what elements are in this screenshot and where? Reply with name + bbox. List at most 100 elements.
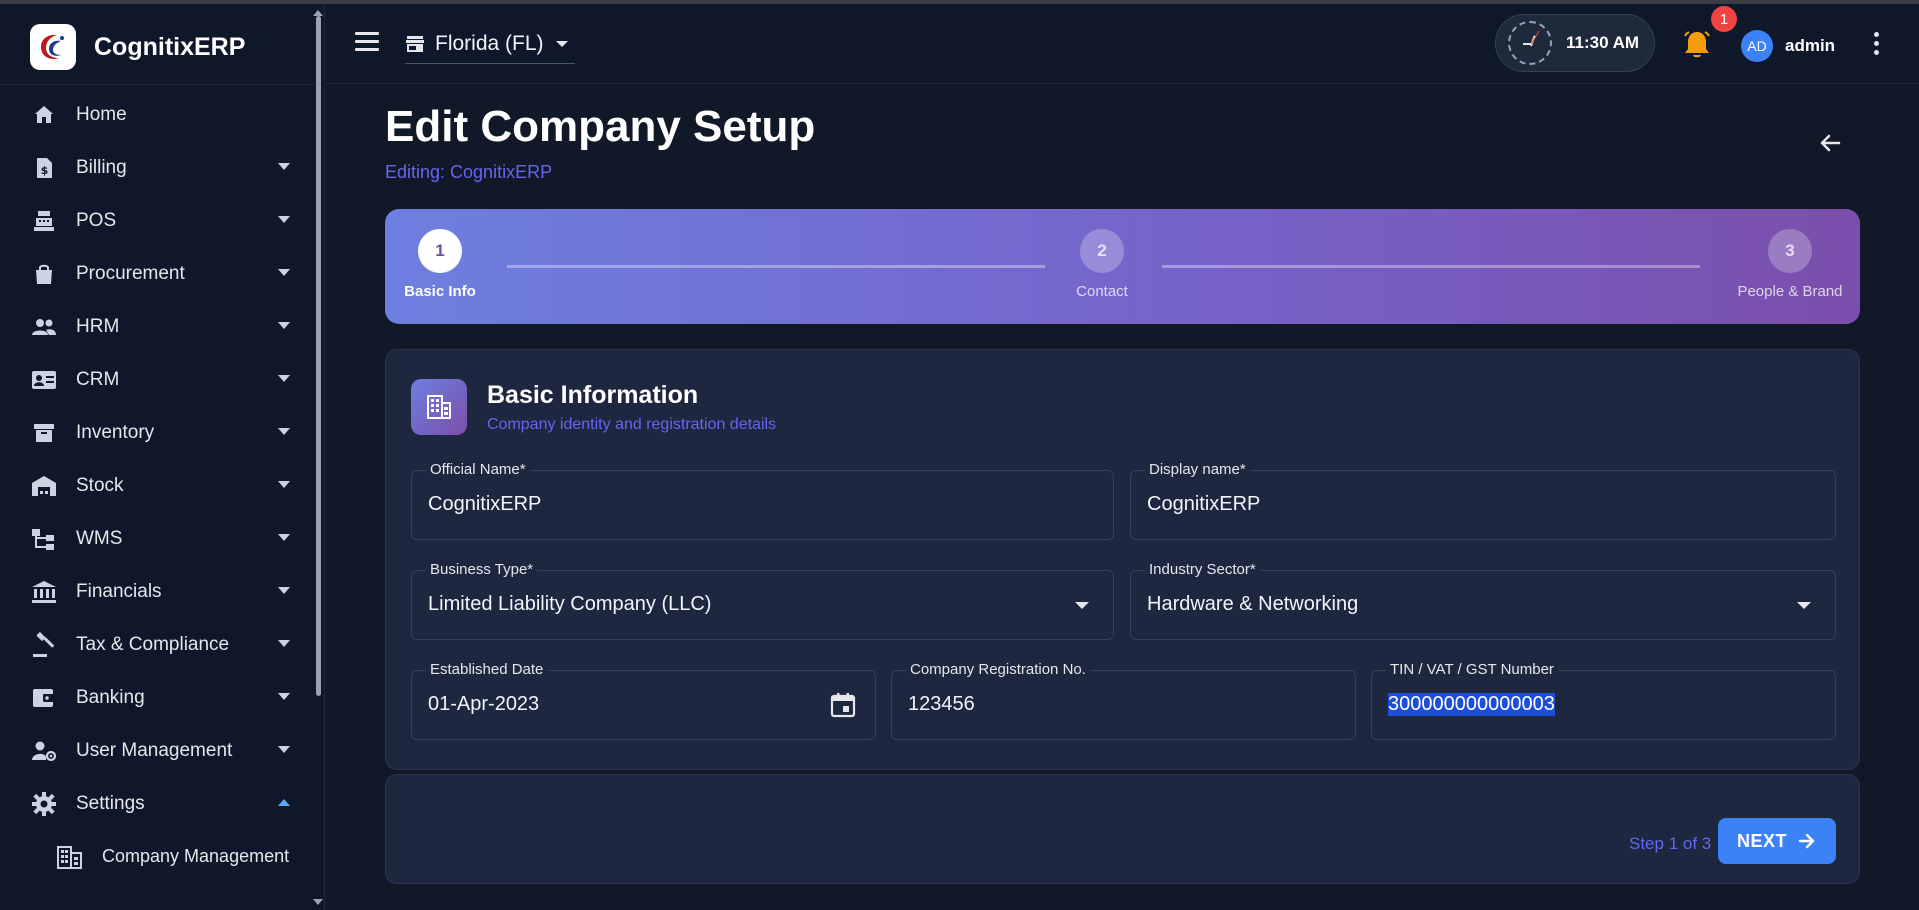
- hierarchy-icon: [30, 525, 58, 553]
- svg-text:$: $: [41, 164, 49, 177]
- industry-sector-select[interactable]: Industry Sector* Hardware & Networking: [1130, 561, 1836, 640]
- home-icon: [30, 101, 58, 129]
- page-title: Edit Company Setup: [385, 102, 816, 151]
- field-value: CognitixERP: [1147, 493, 1261, 515]
- field-value: CognitixERP: [428, 493, 542, 515]
- sidebar-scrollbar[interactable]: [316, 16, 321, 696]
- calendar-icon[interactable]: [829, 691, 857, 719]
- next-button-label: NEXT: [1736, 830, 1787, 851]
- chevron-down-icon: [278, 534, 290, 541]
- gavel-icon: [30, 631, 58, 659]
- sidebar-item-settings[interactable]: Settings: [0, 777, 315, 830]
- current-time: 11:30 AM: [1566, 33, 1640, 52]
- sidebar-item-label: Financials: [76, 580, 162, 602]
- chevron-up-icon: [278, 799, 290, 806]
- sidebar-item-home[interactable]: Home: [0, 88, 315, 141]
- menu-toggle-button[interactable]: [355, 32, 379, 52]
- tin-vat-gst-field[interactable]: TIN / VAT / GST Number 300000000000003: [1371, 661, 1836, 740]
- chevron-down-icon: [278, 269, 290, 276]
- sidebar-item-label: HRM: [76, 315, 120, 337]
- sidebar-item-billing[interactable]: $ Billing: [0, 141, 315, 194]
- sidebar-item-banking[interactable]: Banking: [0, 671, 315, 724]
- sidebar-item-hrm[interactable]: HRM: [0, 300, 315, 353]
- sidebar: CognitixERP Home $ Billing POS Procureme…: [0, 4, 325, 910]
- established-date-field[interactable]: Established Date 01-Apr-2023: [411, 661, 876, 740]
- more-options-icon[interactable]: [1871, 32, 1881, 58]
- field-value: 123456: [908, 693, 975, 715]
- scroll-down-arrow[interactable]: [313, 899, 323, 905]
- sidebar-item-label: Stock: [76, 474, 124, 496]
- store-icon: [406, 35, 424, 52]
- card-title: Basic Information: [487, 381, 699, 409]
- sidebar-item-label: Banking: [76, 686, 145, 708]
- sidebar-item-label: CRM: [76, 368, 120, 390]
- arrow-right-icon: [1798, 833, 1815, 849]
- sidebar-item-label: Inventory: [76, 421, 155, 443]
- next-button[interactable]: NEXT: [1718, 818, 1836, 864]
- step-indicator: Step 1 of 3: [1629, 834, 1712, 853]
- sidebar-item-label: User Management: [76, 739, 233, 761]
- notification-bell-icon[interactable]: [1683, 30, 1711, 60]
- step-people-brand[interactable]: 3 People & Brand: [1725, 229, 1855, 300]
- chevron-down-icon: [278, 163, 290, 170]
- step-label: Basic Info: [404, 283, 476, 300]
- field-label: Company Registration No.: [906, 661, 1090, 678]
- registration-number-field[interactable]: Company Registration No. 123456: [891, 661, 1356, 740]
- brand[interactable]: CognitixERP: [30, 24, 245, 70]
- sidebar-item-label: WMS: [76, 527, 123, 549]
- basic-information-card: Basic Information Company identity and r…: [385, 349, 1860, 770]
- top-header: Florida (FL) 11:30 AM 1 AD admin: [325, 4, 1919, 84]
- store-selector[interactable]: Florida (FL): [405, 24, 575, 64]
- sidebar-item-pos[interactable]: POS: [0, 194, 315, 247]
- sidebar-item-label: POS: [76, 209, 117, 231]
- billing-icon: $: [30, 154, 58, 182]
- chevron-down-icon: [1797, 602, 1811, 609]
- sidebar-item-financials[interactable]: Financials: [0, 565, 315, 618]
- chevron-down-icon: [278, 322, 290, 329]
- chevron-down-icon: [278, 587, 290, 594]
- sidebar-item-crm[interactable]: CRM: [0, 353, 315, 406]
- field-label: TIN / VAT / GST Number: [1386, 661, 1558, 678]
- user-menu[interactable]: AD admin: [1741, 30, 1835, 62]
- sidebar-item-procurement[interactable]: Procurement: [0, 247, 315, 300]
- pos-icon: [30, 207, 58, 235]
- field-label: Industry Sector*: [1145, 561, 1260, 578]
- sidebar-item-stock[interactable]: Stock: [0, 459, 315, 512]
- field-value-selected: 300000000000003: [1388, 693, 1555, 716]
- gear-icon: [30, 790, 58, 818]
- clock-icon: [1508, 21, 1552, 65]
- archive-icon: [30, 419, 58, 447]
- business-type-select[interactable]: Business Type* Limited Liability Company…: [411, 561, 1114, 640]
- bank-icon: [30, 578, 58, 606]
- people-icon: [30, 313, 58, 341]
- sidebar-item-user-management[interactable]: User Management: [0, 724, 315, 777]
- chevron-down-icon: [278, 693, 290, 700]
- sidebar-item-label: Home: [76, 103, 127, 125]
- sidebar-item-tax-compliance[interactable]: Tax & Compliance: [0, 618, 315, 671]
- chevron-down-icon: [555, 40, 568, 47]
- sidebar-nav: Home $ Billing POS Procurement HRM CRM I…: [0, 88, 315, 883]
- step-number: 3: [1768, 229, 1812, 273]
- chevron-down-icon: [278, 481, 290, 488]
- official-name-field[interactable]: Official Name* CognitixERP: [411, 461, 1114, 540]
- display-name-field[interactable]: Display name* CognitixERP: [1130, 461, 1836, 540]
- logo-icon: [30, 24, 76, 70]
- step-contact[interactable]: 2 Contact: [1047, 229, 1157, 300]
- chevron-down-icon: [1075, 602, 1089, 609]
- chevron-down-icon: [278, 640, 290, 647]
- step-number: 2: [1080, 229, 1124, 273]
- field-label: Official Name*: [426, 461, 530, 478]
- step-label: People & Brand: [1737, 283, 1843, 300]
- field-value: Limited Liability Company (LLC): [428, 593, 712, 615]
- building-icon: [56, 843, 84, 871]
- step-basic-info[interactable]: 1 Basic Info: [385, 229, 495, 300]
- form-footer: Step 1 of 3 NEXT: [385, 774, 1860, 884]
- sidebar-item-label: Tax & Compliance: [76, 633, 230, 655]
- back-arrow-icon[interactable]: [1815, 128, 1845, 158]
- sidebar-subitem-company-management[interactable]: Company Management: [0, 830, 315, 883]
- sidebar-item-inventory[interactable]: Inventory: [0, 406, 315, 459]
- step-number: 1: [418, 229, 462, 273]
- page-subtitle: Editing: CognitixERP: [385, 162, 553, 182]
- field-value: Hardware & Networking: [1147, 593, 1359, 615]
- sidebar-item-wms[interactable]: WMS: [0, 512, 315, 565]
